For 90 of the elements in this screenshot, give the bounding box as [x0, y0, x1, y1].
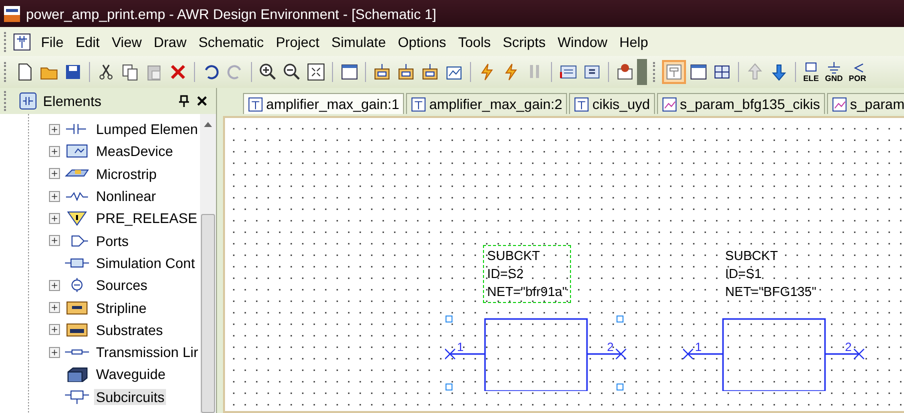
document-tab[interactable]: amplifier_max_gain:1 [243, 93, 404, 114]
copy-icon[interactable] [120, 62, 140, 82]
menu-item[interactable]: Help [613, 34, 654, 50]
strip-icon [64, 322, 90, 338]
schematic-icon [248, 96, 264, 112]
schematic-icon[interactable] [13, 32, 31, 50]
component-icon[interactable] [396, 62, 416, 82]
expand-icon[interactable] [49, 168, 60, 180]
panel-title: Elements [43, 93, 102, 109]
tree-item[interactable]: Microstrip [94, 166, 159, 182]
tree-item[interactable]: Transmission Lir [94, 344, 200, 360]
menu-item[interactable]: Schematic [192, 34, 270, 50]
document-tab[interactable]: s_param_bfg135_cikis [656, 93, 826, 114]
document-tab[interactable]: s_param [827, 93, 904, 114]
schematic-canvas[interactable]: SUBCKT ID=S2 NET="bfr91a" 1 2 SUBCKT ID=S1 NET="BFG135" 1 2 [223, 116, 904, 413]
tree-item[interactable]: Subcircuits [94, 388, 166, 405]
scroll-thumb[interactable] [201, 214, 216, 413]
instrument-icon [64, 143, 90, 160]
menu-item[interactable]: Tools [452, 34, 497, 50]
element-icon[interactable] [803, 62, 819, 74]
save-icon[interactable] [63, 62, 83, 82]
close-icon[interactable] [196, 95, 208, 107]
expand-icon[interactable] [49, 146, 60, 157]
selection-handle[interactable] [616, 384, 624, 390]
selection-handle[interactable] [446, 316, 453, 322]
pin-icon[interactable] [178, 95, 190, 107]
tree-item[interactable]: Stripline [94, 300, 149, 316]
expand-icon[interactable] [49, 280, 60, 291]
scrollbar[interactable] [200, 114, 216, 413]
subcircuit-symbol[interactable] [683, 318, 865, 391]
schematic-icon [411, 96, 426, 112]
tree-item[interactable]: Nonlinear [94, 188, 158, 204]
document-tab[interactable]: cikis_uyd [569, 93, 655, 114]
selection-handle[interactable] [446, 384, 453, 390]
expand-icon[interactable] [49, 346, 60, 358]
menu-item[interactable]: Project [270, 34, 326, 50]
component-icon[interactable] [372, 62, 392, 82]
tree-item[interactable]: Sources [94, 277, 150, 294]
component-label[interactable]: SUBCKT ID=S1 NET="BFG135" [722, 246, 820, 302]
pin-number: 2 [607, 340, 614, 354]
subcircuit-icon [64, 388, 90, 405]
menu-item[interactable]: Edit [70, 34, 106, 50]
document-tab[interactable]: amplifier_max_gain:2 [406, 93, 568, 114]
menu-item[interactable]: File [35, 34, 70, 50]
expand-icon[interactable] [49, 190, 60, 202]
pin-number: 1 [457, 340, 464, 354]
menu-item[interactable]: Options [392, 34, 452, 50]
app-icon [4, 6, 20, 22]
graph-icon [662, 96, 677, 112]
expand-icon[interactable] [49, 124, 60, 135]
component-icon[interactable] [420, 62, 440, 82]
tree-item[interactable]: Lumped Elemen [94, 121, 200, 138]
subcircuit-symbol[interactable] [445, 318, 627, 391]
delete-icon[interactable] [168, 62, 188, 82]
pin-number: 2 [845, 340, 852, 354]
window-icon[interactable] [688, 62, 708, 82]
toolbar-label[interactable]: ELE [803, 74, 819, 82]
menu-item[interactable]: Window [552, 34, 614, 50]
scroll-up-icon[interactable] [203, 120, 214, 128]
menu-item[interactable]: Scripts [496, 34, 552, 50]
component-label[interactable]: SUBCKT ID=S2 NET="bfr91a" [484, 246, 570, 302]
expand-icon[interactable] [49, 302, 60, 314]
graph-icon [832, 96, 848, 112]
pin-number: 1 [695, 340, 702, 354]
schematic-icon [574, 96, 590, 112]
window-icon[interactable] [339, 62, 359, 82]
fit-icon[interactable] [306, 62, 326, 82]
zoom-in-icon[interactable] [258, 62, 278, 82]
elements-icon [19, 92, 37, 110]
warning-icon [64, 210, 90, 226]
toolbar-label[interactable]: GND [825, 74, 843, 82]
tree-item[interactable]: Waveguide [94, 366, 168, 382]
tree-item[interactable]: Substrates [94, 322, 165, 338]
tree-item[interactable]: Ports [94, 232, 131, 249]
expand-icon[interactable] [49, 324, 60, 336]
expand-icon[interactable] [49, 212, 60, 224]
tree-item[interactable]: MeasDevice [94, 143, 176, 160]
ground-icon[interactable] [826, 62, 842, 74]
tree-item[interactable]: Simulation Cont [94, 254, 197, 271]
menu-item[interactable]: Simulate [325, 34, 392, 50]
menu-item[interactable]: View [106, 34, 148, 50]
toolbar-label[interactable]: POR [848, 74, 866, 82]
selection-handle[interactable] [616, 316, 624, 322]
strip-icon [64, 300, 90, 316]
zoom-out-icon[interactable] [282, 62, 302, 82]
window-title: power_amp_print.emp - AWR Design Environment - [Schematic 1] [26, 6, 436, 22]
menu-item[interactable]: Draw [148, 34, 192, 50]
expand-icon[interactable] [49, 235, 60, 246]
tree-item[interactable]: PRE_RELEASE [94, 210, 200, 226]
down-arrow-icon[interactable] [769, 62, 789, 82]
